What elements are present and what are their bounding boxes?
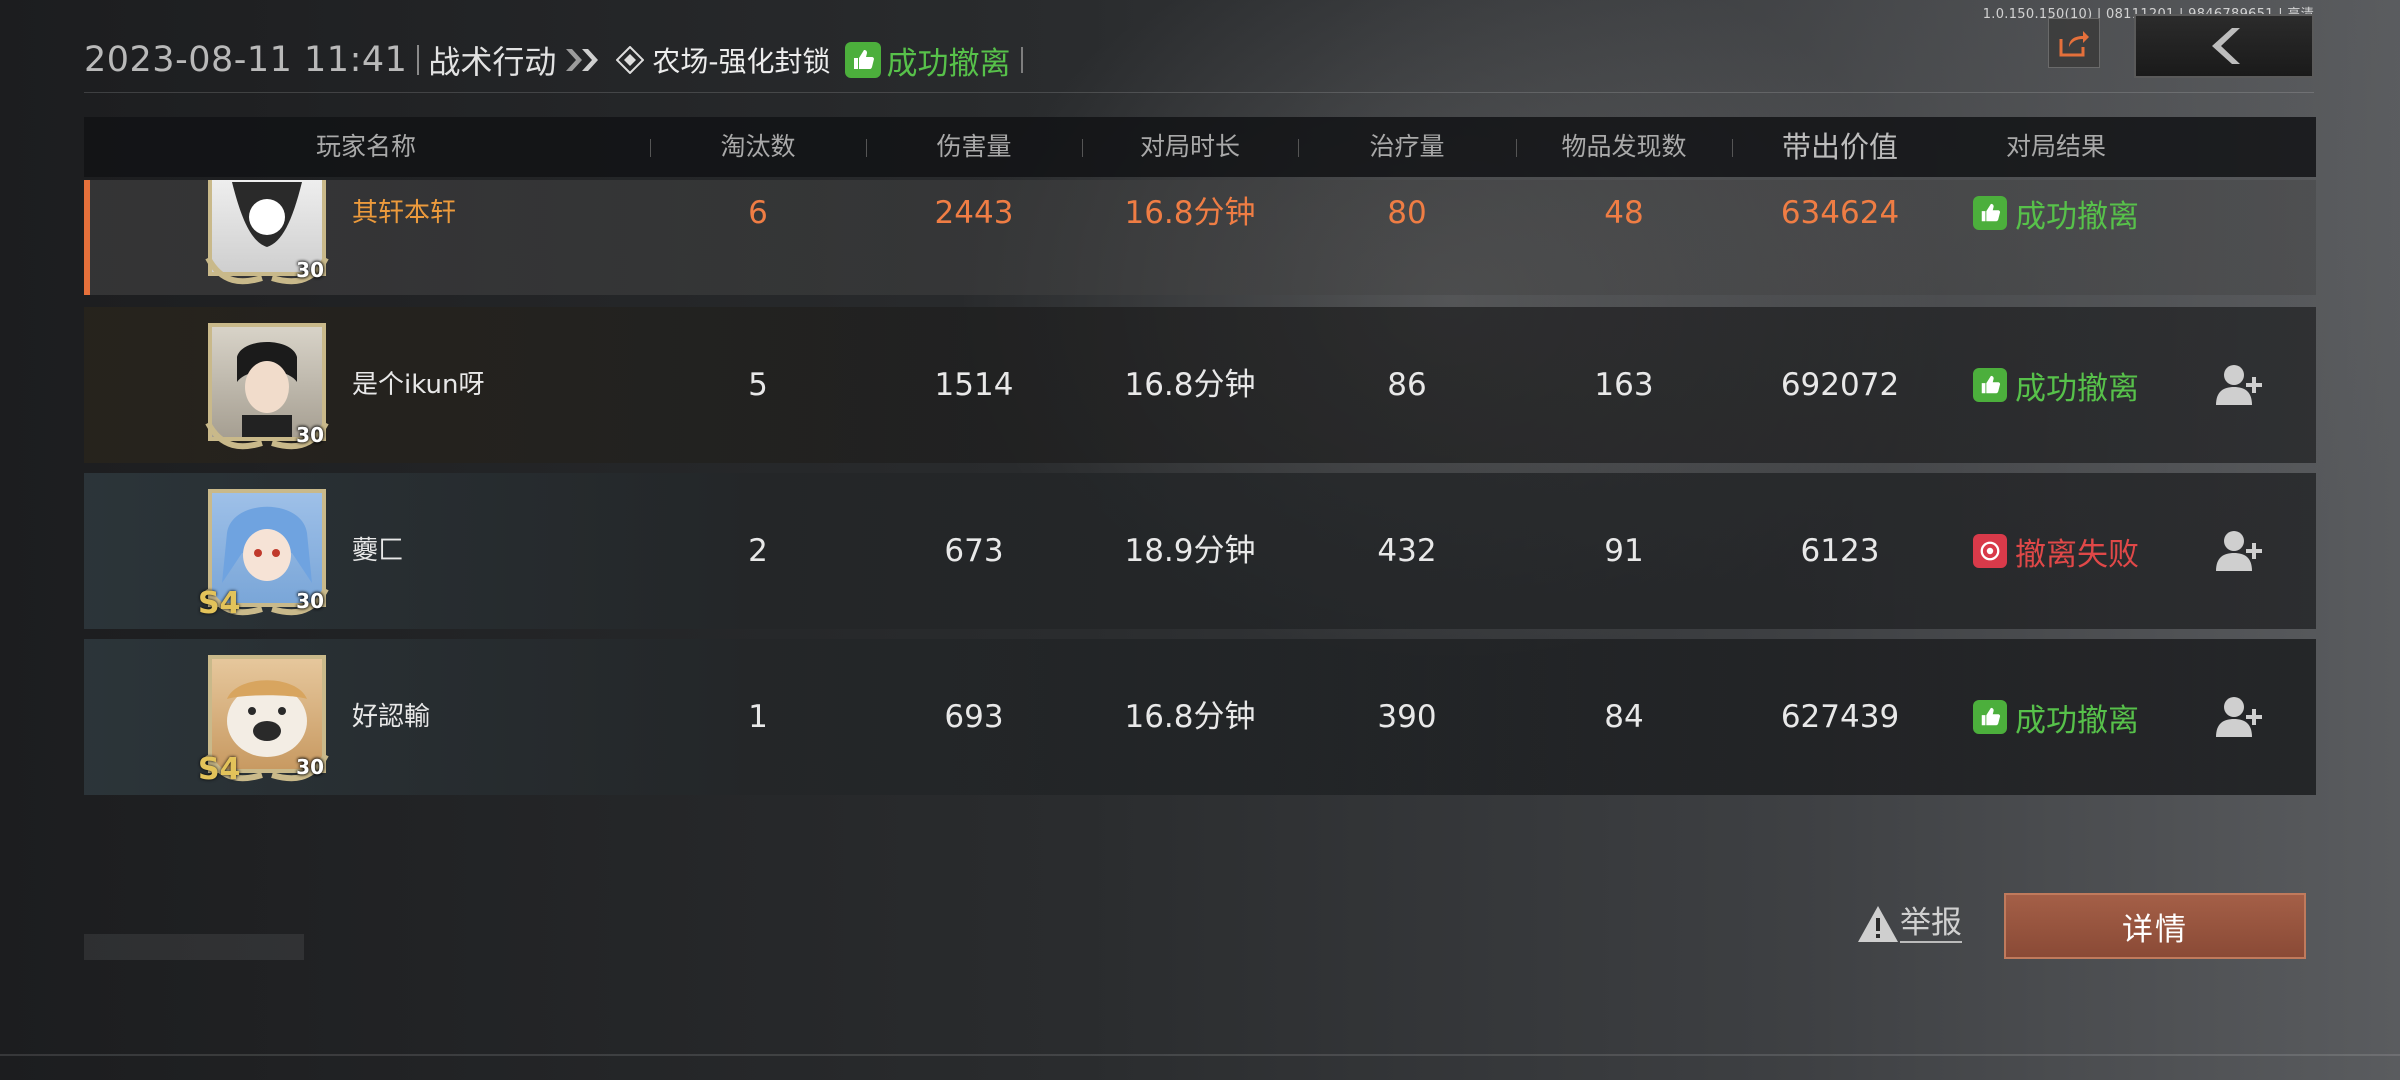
match-header: 2023-08-11 11:41 战术行动 农场-强化封锁 成功撤离 [84, 34, 1023, 86]
col-kills: 淘汰数 [720, 132, 796, 161]
warning-icon [1858, 906, 1898, 942]
duration: 18.9分钟 [1124, 533, 1256, 569]
result-text: 成功撤离 [2015, 370, 2139, 407]
items-found: 163 [1594, 367, 1654, 403]
add-friend-icon[interactable] [2216, 529, 2264, 573]
table-row[interactable]: S4 30 虁匚 2 673 18.9分钟 432 91 6123 撤离失败 [84, 473, 2316, 629]
player-level: 30 [296, 258, 324, 282]
back-arrow-icon [2212, 28, 2240, 64]
result-text: 撤离失败 [2015, 536, 2139, 573]
fail-icon [1973, 534, 2007, 568]
col-divider [866, 139, 867, 157]
items-found: 48 [1604, 195, 1644, 231]
avatar[interactable]: S4 30 [198, 483, 332, 621]
col-duration: 对局时长 [1139, 132, 1241, 161]
items-found: 91 [1604, 533, 1644, 569]
col-damage: 伤害量 [936, 132, 1012, 161]
share-icon [2059, 31, 2089, 57]
double-chevron-icon [564, 47, 602, 73]
extracted-value: 6123 [1800, 533, 1880, 569]
back-button[interactable] [2134, 14, 2314, 78]
col-healing: 治疗量 [1369, 132, 1445, 161]
kills: 6 [748, 195, 768, 231]
col-divider [1298, 139, 1299, 157]
player-level: 30 [296, 423, 324, 447]
add-friend-icon[interactable] [2216, 695, 2264, 739]
col-match-result: 对局结果 [2005, 132, 2107, 161]
details-label: 详情 [2122, 911, 2188, 948]
result-text: 成功撤离 [2015, 198, 2139, 235]
col-divider [1732, 139, 1733, 157]
col-divider [1082, 139, 1083, 157]
add-friend-icon[interactable] [2216, 363, 2264, 407]
thumbs-up-icon [844, 42, 881, 78]
col-divider [1516, 139, 1517, 157]
kills: 2 [748, 533, 768, 569]
decorative-strip [84, 934, 304, 960]
result-text: 成功撤离 [2015, 702, 2139, 739]
healing: 86 [1387, 367, 1427, 403]
player-name: 其轩本轩 [352, 198, 457, 228]
season-badge: S4 [198, 752, 241, 787]
map-name: 农场-强化封锁 [652, 45, 831, 78]
details-button[interactable]: 详情 [2004, 893, 2306, 959]
col-divider [650, 139, 651, 157]
duration: 16.8分钟 [1124, 195, 1256, 231]
avatar[interactable]: 30 [202, 317, 332, 453]
header-underline [84, 92, 2314, 93]
report-button[interactable]: 举报 [1856, 904, 1962, 944]
healing: 432 [1377, 533, 1437, 569]
bottom-divider [0, 1054, 2400, 1056]
share-button[interactable] [2048, 18, 2100, 68]
table-row[interactable]: S4 30 好認輸 1 693 16.8分钟 390 84 627439 成功撤… [84, 639, 2316, 795]
damage: 2443 [934, 195, 1014, 231]
avatar[interactable]: S4 30 [198, 649, 332, 787]
match-result-badge: 成功撤离 [1973, 639, 2139, 795]
divider [417, 45, 420, 75]
damage: 1514 [934, 367, 1014, 403]
match-result-badge: 成功撤离 [1973, 307, 2139, 463]
game-mode: 战术行动 [428, 43, 557, 81]
match-result-badge: 成功撤离 [1973, 180, 2139, 246]
col-items-found: 物品发现数 [1561, 132, 1687, 161]
report-label: 举报 [1900, 905, 1962, 943]
player-name: 是个ikun呀 [352, 370, 485, 400]
match-result: 成功撤离 [886, 45, 1011, 82]
match-datetime: 2023-08-11 11:41 [84, 40, 408, 80]
col-player-name: 玩家名称 [315, 132, 417, 161]
self-highlight-bar [84, 180, 90, 295]
thumbs-up-icon [1973, 196, 2007, 230]
match-result-badge: 撤离失败 [1973, 473, 2139, 629]
thumbs-up-icon [1973, 700, 2007, 734]
duration: 16.8分钟 [1124, 367, 1256, 403]
col-extracted-value: 带出价值 [1781, 130, 1899, 164]
extracted-value: 627439 [1780, 699, 1900, 735]
kills: 5 [748, 367, 768, 403]
healing: 390 [1377, 699, 1437, 735]
duration: 16.8分钟 [1124, 699, 1256, 735]
kills: 1 [748, 699, 768, 735]
avatar[interactable]: 30 [202, 180, 332, 288]
player-level: 30 [296, 589, 324, 613]
damage: 693 [944, 699, 1004, 735]
season-badge: S4 [198, 586, 241, 621]
damage: 673 [944, 533, 1004, 569]
extracted-value: 692072 [1780, 367, 1900, 403]
scoreboard-table: 玩家名称 淘汰数 伤害量 对局时长 治疗量 物品发现数 带出价值 对局结果 30… [84, 117, 2316, 795]
extracted-value: 634624 [1780, 195, 1900, 231]
divider [1020, 47, 1023, 73]
thumbs-up-icon [1973, 368, 2007, 402]
player-level: 30 [296, 755, 324, 779]
map-diamond-icon [616, 46, 645, 74]
player-name: 虁匚 [352, 536, 405, 566]
player-name: 好認輸 [352, 702, 431, 732]
table-header: 玩家名称 淘汰数 伤害量 对局时长 治疗量 物品发现数 带出价值 对局结果 [84, 117, 2316, 177]
items-found: 84 [1604, 699, 1644, 735]
healing: 80 [1387, 195, 1427, 231]
table-row-self[interactable]: 30 其轩本轩 6 2443 16.8分钟 80 48 634624 成功撤离 [84, 180, 2316, 295]
table-row[interactable]: 30 是个ikun呀 5 1514 16.8分钟 86 163 692072 成… [84, 307, 2316, 463]
